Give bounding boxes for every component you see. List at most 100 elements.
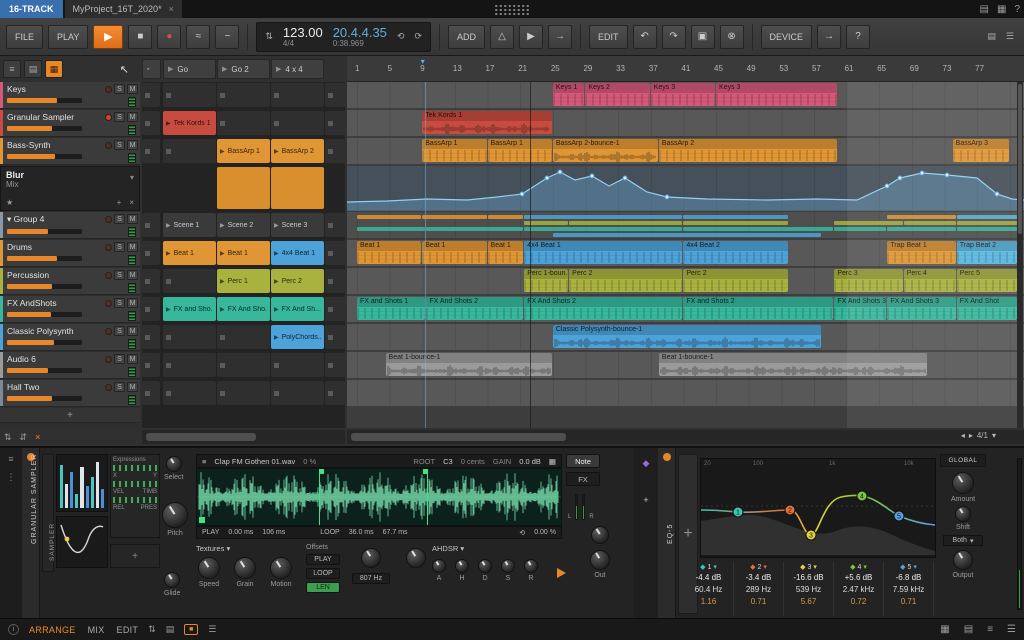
track-name[interactable]: Percussion (7, 270, 99, 280)
empty-clip-slot[interactable] (325, 213, 345, 237)
record-button[interactable]: ● (157, 25, 181, 49)
add-button[interactable]: ADD (448, 25, 485, 49)
offset-len-button[interactable]: LEN (306, 582, 340, 593)
arranger-clip[interactable]: Perc 5 (957, 269, 1017, 292)
position-display[interactable]: 20.4.4.35 (333, 26, 387, 39)
cents-value[interactable]: 0 cents (461, 457, 485, 466)
launcher-clip[interactable]: ▶FX And Sh... (271, 297, 324, 321)
scene-header[interactable]: ▶Go (163, 59, 216, 79)
arranger-clip[interactable]: BassArp 2 (659, 139, 838, 162)
empty-clip-slot[interactable] (325, 241, 345, 265)
launcher-clip[interactable]: ▶BassArp 1 (217, 139, 270, 163)
xfade-value[interactable]: 0.00 % (534, 529, 556, 536)
automation-remove-icon[interactable]: × (129, 198, 134, 207)
grid-resolution-caret-icon[interactable]: ▾ (992, 431, 996, 440)
solo-button[interactable]: S (114, 140, 125, 150)
sampler-device-header[interactable]: GRANULAR SAMPLER (22, 448, 40, 620)
record-arm-button[interactable] (105, 86, 112, 93)
clip-view-icon[interactable]: ▦ (940, 624, 949, 635)
empty-clip-slot[interactable] (163, 381, 216, 405)
arranger-clip[interactable]: FX And Shots 2 (426, 297, 523, 320)
empty-clip-slot[interactable] (325, 139, 345, 163)
band-q-value[interactable]: 5.67 (784, 597, 833, 606)
track-row[interactable]: DrumsSM (0, 240, 140, 267)
sample-menu-icon[interactable]: ≡ (202, 457, 206, 466)
help-button[interactable]: ? (846, 25, 870, 49)
launcher-clip[interactable]: ▶Tek Kords 1 (163, 111, 216, 135)
record-arm-button[interactable] (105, 114, 112, 121)
project-tab[interactable]: MyProject_16T_2020* × (65, 0, 182, 18)
ahdsr-a-knob[interactable] (432, 559, 446, 573)
solo-button[interactable]: S (114, 242, 125, 252)
loop-end-value[interactable]: 67.7 ms (383, 529, 408, 536)
arranger-clip[interactable]: Keys 1 (553, 83, 585, 106)
resonance-knob[interactable] (406, 548, 426, 568)
track-name[interactable]: Bass-Synth (7, 140, 99, 150)
track-volume-slider[interactable] (7, 340, 82, 345)
empty-clip-slot[interactable] (217, 111, 270, 135)
band-gain-value[interactable]: -4.4 dB (684, 573, 733, 585)
play-menu-button[interactable]: PLAY (48, 25, 88, 49)
arranger-clip[interactable]: BassArp 2-bounce-1 (553, 139, 658, 162)
grid-view-button[interactable]: ▤ (24, 60, 42, 78)
loop-length-value[interactable]: 36.0 ms (349, 529, 374, 536)
track-name[interactable]: Granular Sampler (7, 112, 99, 122)
band-freq-value[interactable]: 539 Hz (784, 585, 833, 597)
solo-button[interactable]: S (114, 214, 125, 224)
arranger-clip[interactable]: Classic Polysynth-bounce-1 (553, 325, 821, 348)
empty-clip-slot[interactable] (217, 83, 270, 107)
launcher-clip[interactable]: ▶Perc 1 (217, 269, 270, 293)
eq-mode-select[interactable]: Both▾ (943, 535, 983, 546)
stop-clips-cell[interactable] (142, 297, 160, 321)
band-q-value[interactable]: 0.71 (884, 597, 933, 606)
band-type-icon[interactable]: ▾ (863, 564, 867, 571)
display-profile-icon[interactable]: ▤ (987, 31, 996, 42)
launcher-clip[interactable]: ▶BassArp 2 (271, 139, 324, 163)
empty-clip-slot[interactable] (325, 269, 345, 293)
sample-start-handle[interactable] (199, 517, 205, 523)
scene-play-icon[interactable]: ▶ (222, 65, 227, 73)
record-arm-button[interactable] (105, 244, 112, 251)
scene-header[interactable]: ▶Go 2 (217, 59, 270, 79)
solo-button[interactable]: S (114, 84, 125, 94)
arranger-clip[interactable]: FX And Shots 2 (524, 297, 682, 320)
eq-band-column[interactable]: ◆ 3 ▾-16.6 dB539 Hz5.67 (784, 562, 834, 616)
dashboard-icon[interactable]: ☰ (1006, 31, 1014, 42)
fullscreen-icon[interactable]: ▦ (997, 4, 1006, 15)
device-chain-icon[interactable]: ≡ (8, 454, 13, 464)
launcher-clip[interactable]: ▶FX And Sho... (217, 297, 270, 321)
play-start-button[interactable]: ▶ (519, 25, 543, 49)
empty-clip-slot[interactable] (217, 381, 270, 405)
track-row[interactable]: KeysSM (0, 82, 140, 109)
motion-knob[interactable] (270, 557, 292, 579)
automation-touch-button[interactable]: ~ (215, 25, 239, 49)
record-arm-button[interactable] (105, 142, 112, 149)
device-menu-button[interactable]: DEVICE (761, 25, 813, 49)
solo-button[interactable]: S (114, 270, 125, 280)
arranger-clip[interactable]: Keys 3 (716, 83, 837, 106)
band-type-icon[interactable]: ◆ (850, 564, 855, 571)
eq-curve-display[interactable]: 12345 20 100 1k 10k (700, 458, 936, 558)
band-freq-value[interactable]: 7.59 kHz (884, 585, 933, 597)
band-freq-value[interactable]: 289 Hz (734, 585, 783, 597)
clip-play-icon[interactable]: ▶ (274, 334, 279, 341)
pitch-knob[interactable] (162, 502, 188, 528)
pointer-tool-icon[interactable]: ↖ (120, 63, 129, 76)
note-tab-button[interactable]: Note (566, 454, 600, 468)
file-menu-button[interactable]: FILE (6, 25, 43, 49)
record-arm-button[interactable] (105, 300, 112, 307)
stop-clips-cell[interactable] (142, 241, 160, 265)
launcher-hscroll-thumb[interactable] (146, 433, 256, 441)
arranger-clip[interactable]: Keys 3 (651, 83, 715, 106)
mute-button[interactable]: M (127, 354, 138, 364)
automation-write-button[interactable]: ≈ (186, 25, 210, 49)
track-volume-slider[interactable] (7, 256, 82, 261)
arranger-clip[interactable]: Tek Kords 1 (422, 111, 552, 134)
mute-button[interactable]: M (127, 214, 138, 224)
arranger-clip[interactable]: Keys 2 (585, 83, 649, 106)
band-gain-value[interactable]: -3.4 dB (734, 573, 783, 585)
solo-button[interactable]: S (114, 326, 125, 336)
automation-cell[interactable] (271, 167, 324, 209)
play-button[interactable]: ▶ (93, 25, 123, 49)
stop-clips-cell[interactable] (142, 353, 160, 377)
